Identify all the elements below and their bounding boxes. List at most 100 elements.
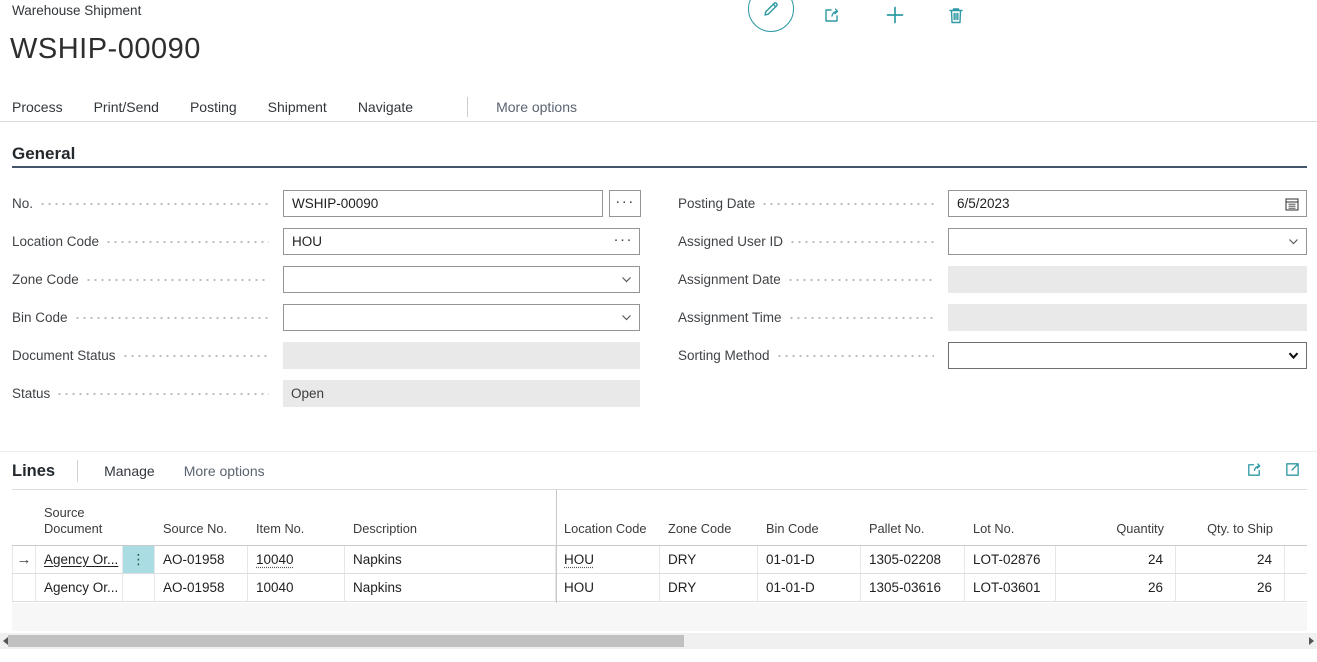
lines-toolbar: Lines Manage More options (12, 458, 265, 484)
row-menu-dots-icon[interactable]: ⋮ (123, 546, 155, 573)
lines-focus-mode-button[interactable] (1282, 459, 1302, 479)
menu-more-options[interactable]: More options (496, 99, 577, 115)
header-quantity[interactable]: Quantity (1056, 521, 1176, 545)
focus-mode-icon (1284, 461, 1301, 478)
assigned-user-dropdown-button[interactable] (1287, 229, 1300, 254)
no-assist-edit-button[interactable]: ··· (609, 190, 641, 217)
header-source-no[interactable]: Source No. (155, 521, 248, 545)
cell-source-document[interactable]: Agency Or... (36, 574, 123, 601)
leader (105, 228, 269, 255)
posting-date-input[interactable] (949, 191, 1306, 216)
cell-description[interactable]: Napkins (345, 546, 556, 573)
cell-source-no[interactable]: AO-01958 (155, 574, 248, 601)
horizontal-scrollbar[interactable] (0, 633, 1317, 649)
share-button[interactable] (820, 3, 844, 27)
cell-spacer (1285, 574, 1307, 601)
lines-share-button[interactable] (1244, 459, 1264, 479)
assigned-user-id-field[interactable] (948, 228, 1307, 255)
cell-zone-code[interactable]: DRY (660, 574, 758, 601)
lines-more-options[interactable]: More options (184, 463, 265, 479)
trash-icon (947, 6, 965, 25)
lines-menu-manage[interactable]: Manage (104, 463, 155, 479)
lines-grid: Source Document Source No. Item No. Desc… (12, 489, 1307, 602)
scrollbar-thumb[interactable] (8, 635, 684, 647)
cell-bin-code[interactable]: 01-01-D (758, 546, 861, 573)
header-item-no[interactable]: Item No. (248, 521, 345, 545)
general-section-rule (12, 166, 1307, 168)
posting-date-picker-button[interactable] (1284, 191, 1300, 216)
cell-description[interactable]: Napkins (345, 574, 556, 601)
menu-item-posting[interactable]: Posting (190, 99, 237, 115)
header-location-code[interactable]: Location Code (556, 521, 660, 545)
header-source-document[interactable]: Source Document (36, 505, 123, 545)
cell-qty-to-ship[interactable]: 26 (1176, 574, 1285, 601)
location-lookup-button[interactable]: ··· (614, 229, 634, 254)
share-icon (1245, 460, 1264, 479)
edit-button[interactable] (748, 0, 794, 32)
frozen-pane-divider (556, 489, 557, 603)
assigned-user-id-input[interactable] (949, 229, 1306, 254)
cell-zone-code[interactable]: DRY (660, 546, 758, 573)
cell-qty-to-ship[interactable]: 24 (1176, 546, 1285, 573)
table-row[interactable]: Agency Or... AO-01958 10040 Napkins HOU … (12, 574, 1307, 602)
new-button[interactable] (883, 3, 907, 27)
header-bin-code[interactable]: Bin Code (758, 521, 861, 545)
delete-button[interactable] (944, 3, 968, 27)
plus-icon (885, 5, 905, 25)
pencil-icon (762, 0, 780, 18)
header-row-menu (123, 537, 155, 545)
cell-pallet-no[interactable]: 1305-03616 (861, 574, 965, 601)
cell-quantity[interactable]: 26 (1056, 574, 1176, 601)
cell-bin-code[interactable]: 01-01-D (758, 574, 861, 601)
header-spacer (1285, 537, 1307, 545)
bin-code-dropdown-button[interactable] (620, 305, 633, 330)
cell-item-no-link[interactable]: 10040 (256, 552, 294, 567)
location-code-field[interactable]: ··· (283, 228, 640, 255)
menu-item-shipment[interactable]: Shipment (268, 99, 327, 115)
cell-source-document-link[interactable]: Agency Or... (44, 552, 118, 567)
assignment-time-field (948, 304, 1307, 331)
menu-item-navigate[interactable]: Navigate (358, 99, 413, 115)
sorting-method-select[interactable] (948, 342, 1307, 369)
chevron-down-icon (1287, 235, 1300, 248)
lines-section-heading[interactable]: Lines (12, 462, 55, 481)
cell-item-no[interactable]: 10040 (248, 574, 345, 601)
no-label: No. (12, 196, 33, 211)
no-field[interactable] (283, 190, 603, 217)
location-code-input[interactable] (284, 229, 639, 254)
posting-date-field[interactable] (948, 190, 1307, 217)
page-action-bar (744, 0, 1004, 36)
ellipsis-icon: ··· (614, 232, 634, 251)
cell-pallet-no[interactable]: 1305-02208 (861, 546, 965, 573)
menu-item-process[interactable]: Process (12, 99, 63, 115)
header-description[interactable]: Description (345, 521, 556, 545)
header-qty-to-ship[interactable]: Qty. to Ship (1176, 521, 1285, 545)
row-menu-cell[interactable] (123, 574, 155, 601)
zone-code-input[interactable] (284, 267, 639, 292)
cell-source-no[interactable]: AO-01958 (155, 546, 248, 573)
sorting-method-input[interactable] (949, 343, 1306, 368)
no-input[interactable] (284, 191, 602, 216)
menu-divider (467, 97, 468, 117)
table-row[interactable]: → Agency Or... ⋮ AO-01958 10040 Napkins … (12, 546, 1307, 574)
status-label: Status (12, 386, 50, 401)
cell-lot-no[interactable]: LOT-02876 (965, 546, 1056, 573)
leader (39, 190, 269, 217)
sorting-method-dropdown-button[interactable] (1287, 343, 1300, 368)
header-lot-no[interactable]: Lot No. (965, 521, 1056, 545)
calendar-icon (1284, 196, 1300, 212)
header-zone-code[interactable]: Zone Code (660, 521, 758, 545)
menu-item-print-send[interactable]: Print/Send (94, 99, 159, 115)
cell-lot-no[interactable]: LOT-03601 (965, 574, 1056, 601)
header-pallet-no[interactable]: Pallet No. (861, 521, 965, 545)
bin-code-input[interactable] (284, 305, 639, 330)
bin-code-field[interactable] (283, 304, 640, 331)
general-section-heading[interactable]: General (12, 144, 75, 164)
scroll-right-arrow[interactable] (1309, 637, 1314, 645)
assignment-time-label: Assignment Time (678, 310, 782, 325)
zone-code-dropdown-button[interactable] (620, 267, 633, 292)
cell-location-code[interactable]: HOU (556, 574, 660, 601)
cell-quantity[interactable]: 24 (1056, 546, 1176, 573)
cell-location-code-link[interactable]: HOU (564, 552, 594, 567)
zone-code-field[interactable] (283, 266, 640, 293)
